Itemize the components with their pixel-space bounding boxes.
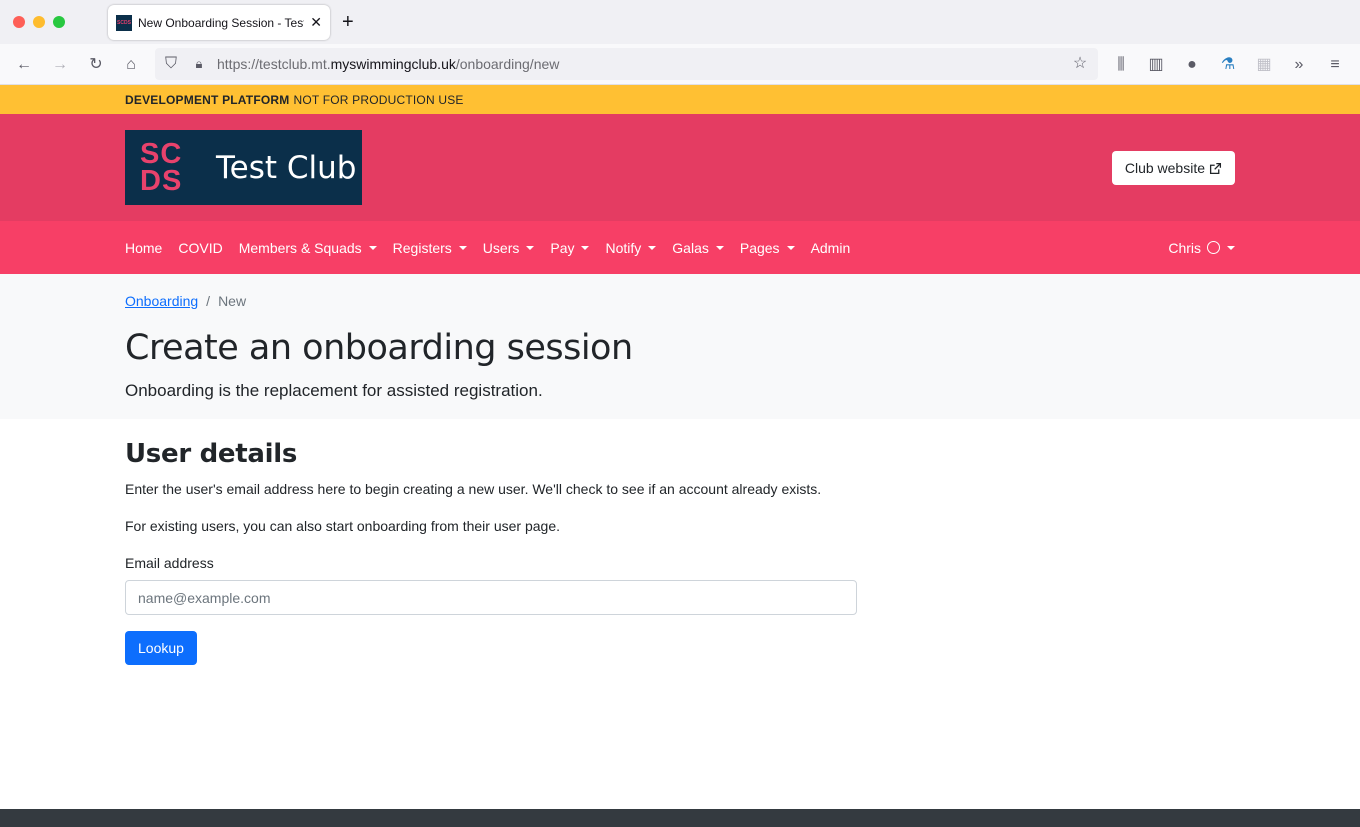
home-icon[interactable]: ⌂ <box>121 55 141 75</box>
hamburger-menu-icon[interactable]: ≡ <box>1325 55 1345 75</box>
nav-item-home[interactable]: Home <box>125 240 162 256</box>
bookmark-star-icon[interactable]: ☆ <box>1070 54 1090 74</box>
breadcrumb-separator: / <box>206 293 211 309</box>
existing-users-text: For existing users, you can also start o… <box>125 518 560 534</box>
club-header: SC DS Test Club Club website <box>0 114 1360 221</box>
breadcrumb: Onboarding / New <box>125 293 246 309</box>
chevron-down-icon <box>458 245 467 250</box>
development-banner: DEVELOPMENT PLATFORM NOT FOR PRODUCTION … <box>0 85 1360 114</box>
club-website-label: Club website <box>1124 160 1205 176</box>
tab-title: New Onboarding Session - Test Club <box>138 15 304 30</box>
nav-item-members-squads[interactable]: Members & Squads <box>239 240 377 256</box>
chevron-down-icon <box>581 245 590 250</box>
maximize-window-button[interactable] <box>53 16 65 28</box>
overflow-chevrons-icon[interactable]: » <box>1289 55 1309 75</box>
page-hero: Onboarding / New Create an onboarding se… <box>0 274 1360 419</box>
browser-tab-bar: SCDS New Onboarding Session - Test Club … <box>0 0 1360 44</box>
back-arrow-icon[interactable]: ← <box>14 55 34 75</box>
nav-item-pages[interactable]: Pages <box>740 240 795 256</box>
club-website-button[interactable]: Club website <box>1111 151 1235 185</box>
section-title: User details <box>125 439 298 469</box>
nav-item-label: COVID <box>178 239 223 256</box>
nav-item-label: Registers <box>392 239 452 256</box>
chevron-down-icon <box>648 245 657 250</box>
lookup-button[interactable]: Lookup <box>125 631 197 665</box>
account-avatar-icon[interactable]: ● <box>1182 55 1202 75</box>
forward-arrow-icon[interactable]: → <box>50 55 70 75</box>
chevron-down-icon <box>715 245 724 250</box>
close-icon[interactable]: ✕ <box>310 14 322 31</box>
nav-item-label: Admin <box>810 239 851 256</box>
chevron-down-icon <box>1227 245 1235 250</box>
club-logo[interactable]: SC DS Test Club <box>125 130 362 205</box>
chevron-down-icon <box>526 245 535 250</box>
scds-logo-mark: SC DS <box>140 137 183 197</box>
browser-toolbar: ← → ↻ ⌂ ⛉ 🔒︎ https://testclub.mt.myswimm… <box>0 44 1360 85</box>
breadcrumb-current: New <box>218 293 247 309</box>
nav-item-admin[interactable]: Admin <box>811 240 851 256</box>
nav-item-label: Home <box>125 239 163 256</box>
nav-item-registers[interactable]: Registers <box>393 240 467 256</box>
page-lead: Onboarding is the replacement for assist… <box>125 381 543 400</box>
reload-icon[interactable]: ↻ <box>86 55 106 75</box>
breadcrumb-link-onboarding[interactable]: Onboarding <box>125 293 198 309</box>
extension-icon[interactable]: ▦ <box>1254 55 1274 75</box>
user-name: Chris <box>1168 239 1201 256</box>
flask-icon[interactable]: ⚗ <box>1218 55 1238 75</box>
page-footer <box>0 809 1360 827</box>
sidebar-icon[interactable]: ▥ <box>1146 55 1166 75</box>
browser-tab[interactable]: SCDS New Onboarding Session - Test Club … <box>108 5 330 40</box>
nav-item-pay[interactable]: Pay <box>550 239 590 256</box>
tab-favicon: SCDS <box>116 14 132 31</box>
close-window-button[interactable] <box>13 16 25 28</box>
shield-icon[interactable]: ⛉ <box>161 54 181 74</box>
nav-item-label: Pages <box>739 239 780 256</box>
user-circle-icon <box>1207 241 1220 254</box>
chevron-down-icon <box>368 245 377 250</box>
banner-strong-text: DEVELOPMENT PLATFORM <box>125 92 290 107</box>
user-menu[interactable]: Chris <box>1168 221 1235 274</box>
instructions-text: Enter the user's email address here to b… <box>125 481 822 497</box>
page-title: Create an onboarding session <box>125 328 633 368</box>
nav-item-label: Notify <box>605 239 642 256</box>
minimize-window-button[interactable] <box>33 16 45 28</box>
nav-item-users[interactable]: Users <box>483 240 535 256</box>
nav-item-notify[interactable]: Notify <box>605 239 657 256</box>
main-navigation: Home COVID Members & Squads Registers Users P… <box>0 221 1360 274</box>
url-text[interactable]: https://testclub.mt.myswimmingclub.uk/on… <box>217 56 559 72</box>
email-input[interactable] <box>125 580 857 615</box>
nav-item-label: Pay <box>550 239 575 256</box>
nav-item-label: Members & Squads <box>238 239 362 256</box>
new-tab-icon[interactable]: + <box>342 11 354 34</box>
library-icon[interactable]: ⫼ <box>1111 55 1131 75</box>
banner-text: NOT FOR PRODUCTION USE <box>293 92 464 107</box>
url-bar[interactable]: ⛉ 🔒︎ https://testclub.mt.myswimmingclub.… <box>155 48 1098 80</box>
nav-item-galas[interactable]: Galas <box>672 240 724 256</box>
nav-item-covid[interactable]: COVID <box>178 240 222 256</box>
email-label: Email address <box>125 555 214 571</box>
nav-item-label: Galas <box>672 239 709 256</box>
club-name: Test Club <box>216 149 357 186</box>
chevron-down-icon <box>786 245 795 250</box>
nav-item-label: Users <box>482 239 520 256</box>
lock-icon[interactable]: 🔒︎ <box>189 54 209 74</box>
external-link-icon <box>1209 162 1222 174</box>
